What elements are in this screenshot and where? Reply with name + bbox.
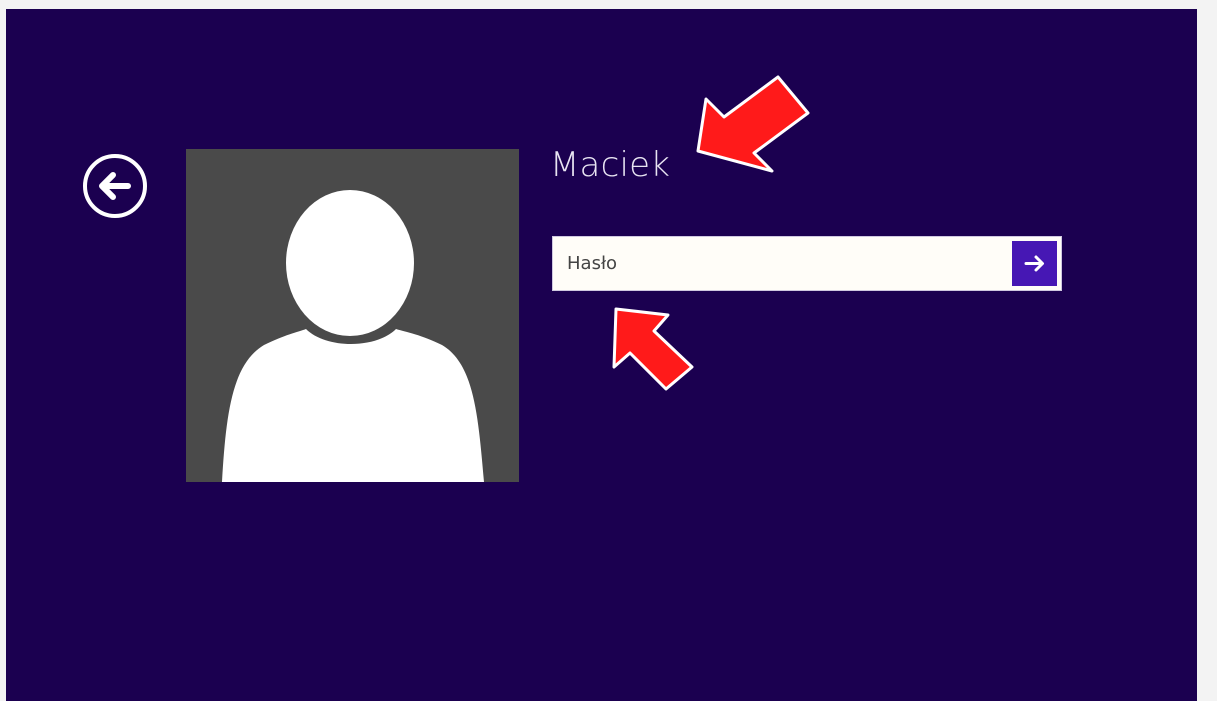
arrow-right-icon <box>1024 255 1044 272</box>
user-silhouette-icon <box>222 190 484 482</box>
login-screen: Maciek <box>6 9 1197 701</box>
annotation-arrow-password <box>612 307 694 391</box>
window-frame: Maciek <box>0 0 1217 701</box>
annotation-arrow-username <box>696 75 810 173</box>
user-avatar <box>186 149 519 482</box>
back-arrow-circle-icon <box>83 154 147 218</box>
back-button[interactable] <box>80 151 150 221</box>
password-field <box>552 236 1062 291</box>
password-input[interactable] <box>553 237 1009 290</box>
submit-button[interactable] <box>1012 241 1057 286</box>
username-label: Maciek <box>550 145 671 185</box>
